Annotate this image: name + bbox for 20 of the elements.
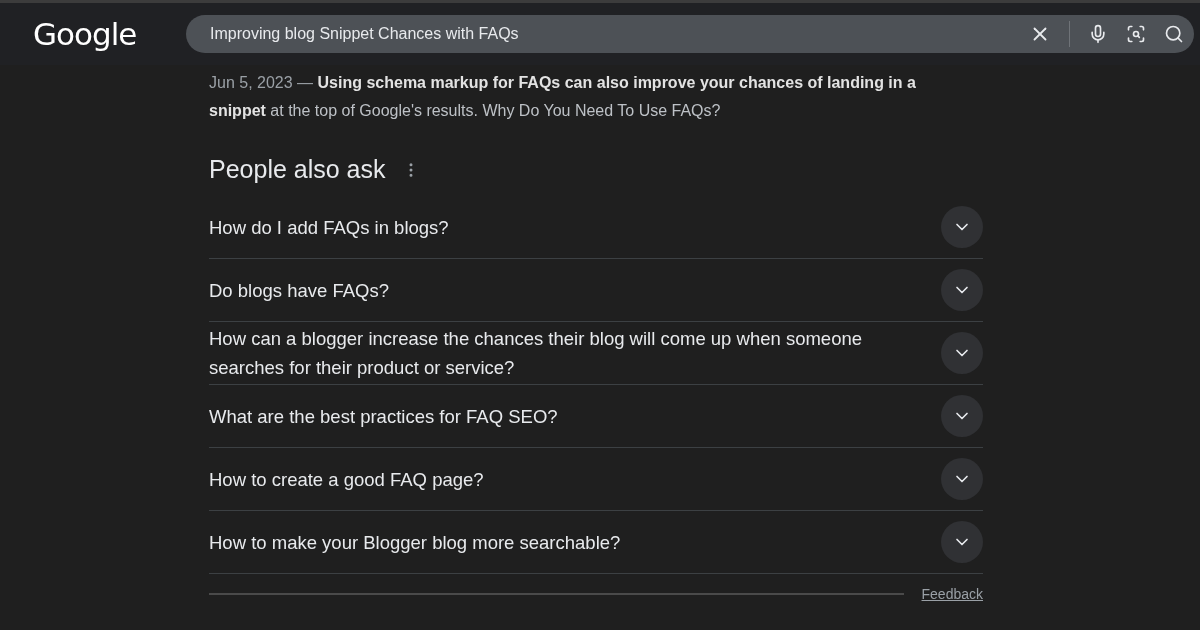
- expand-button[interactable]: [941, 458, 983, 500]
- expand-button[interactable]: [941, 269, 983, 311]
- feedback-link[interactable]: Feedback: [921, 586, 983, 602]
- search-icon[interactable]: [1164, 24, 1184, 44]
- question-text[interactable]: How to make your Blogger blog more searchable?: [209, 526, 621, 558]
- microphone-icon[interactable]: [1088, 24, 1108, 44]
- logo[interactable]: Google: [33, 16, 186, 52]
- question-text[interactable]: Do blogs have FAQs?: [209, 274, 389, 306]
- result-snippet: Jun 5, 2023 — Using schema markup for FAQs can also improve your chances of landing in a snippet at the top of Google's results. Why Do You Need To Use FAQs?: [209, 73, 917, 121]
- expand-button[interactable]: [941, 395, 983, 437]
- expand-button[interactable]: [941, 521, 983, 563]
- question-text[interactable]: What are the best practices for FAQ SEO?: [209, 400, 558, 432]
- question-text[interactable]: How do I add FAQs in blogs?: [209, 211, 449, 243]
- camera-icon[interactable]: [1126, 24, 1146, 44]
- question-text[interactable]: How can a blogger increase the chances their blog will come up when someone searches for their product or service?: [209, 323, 909, 383]
- question-text[interactable]: How to create a good FAQ page?: [209, 463, 484, 495]
- search-field[interactable]: Improving blog Snippet Chances with FAQs: [186, 15, 1194, 53]
- expand-button[interactable]: [941, 332, 983, 374]
- section-title: People also ask: [209, 155, 386, 184]
- expand-button[interactable]: [941, 206, 983, 248]
